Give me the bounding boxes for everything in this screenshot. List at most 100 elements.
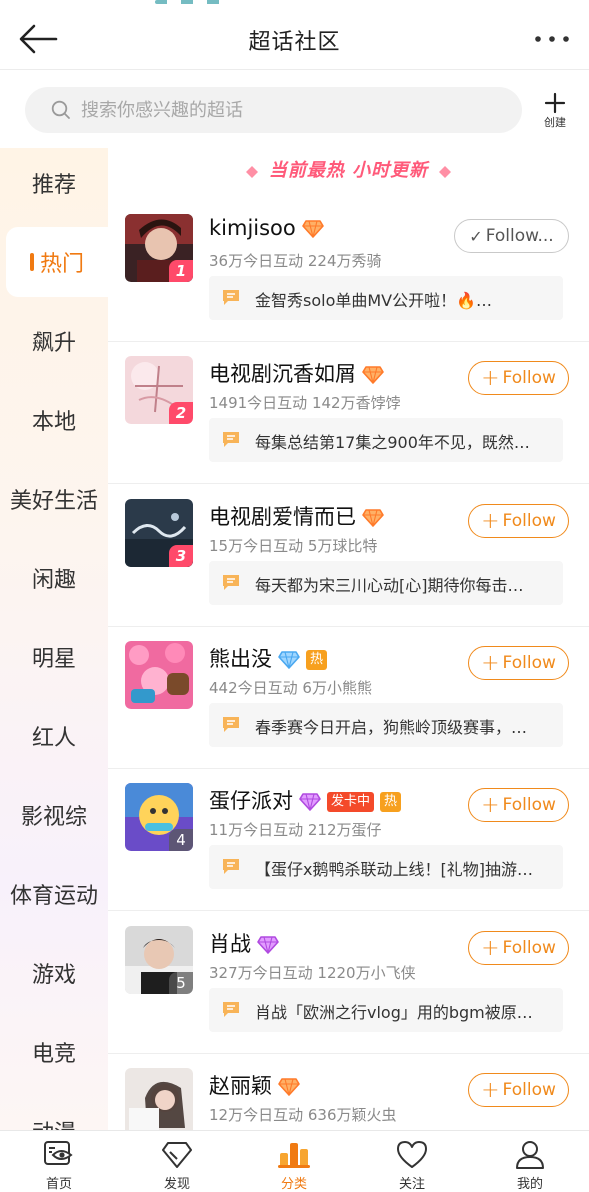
rank-badge: 4 bbox=[169, 829, 193, 851]
diamond-orange-icon bbox=[362, 509, 384, 527]
eye-screen-icon bbox=[44, 1141, 73, 1165]
heart-outline-icon bbox=[397, 1141, 427, 1168]
sidebar-item-7[interactable]: 红人 bbox=[0, 701, 108, 771]
post-text: 【蛋仔x鹅鸭杀联动上线！[礼物]抽游… bbox=[255, 860, 533, 879]
topic-thumbnail-image bbox=[125, 1068, 193, 1130]
create-button[interactable]: 创建 bbox=[538, 92, 572, 132]
bars-icon bbox=[278, 1143, 310, 1168]
topic-post-preview[interactable]: 金智秀solo单曲MV公开啦！🔥… bbox=[209, 276, 563, 320]
category-sidebar: 推荐热门飙升本地美好生活闲趣明星红人影视综体育运动游戏电竞动漫 bbox=[0, 148, 108, 1146]
topic-post-preview[interactable]: 肖战「欧洲之行vlog」用的bgm被原… bbox=[209, 988, 563, 1032]
bottom-tab-bar: 首页 发现 分类 关注 我的 bbox=[0, 1130, 589, 1192]
sidebar-item-8[interactable]: 影视综 bbox=[0, 780, 108, 850]
sidebar-item-label: 影视综 bbox=[20, 805, 87, 830]
search-box[interactable] bbox=[25, 87, 522, 133]
sidebar-item-1[interactable]: 热门 bbox=[6, 227, 108, 297]
topic-stats: 327万今日互动 1220万小飞侠 bbox=[209, 964, 416, 982]
sidebar-item-label: 推荐 bbox=[31, 173, 76, 198]
topic-name-line[interactable]: 电视剧沉香如屑 bbox=[209, 358, 390, 388]
tab-3[interactable]: 关注 bbox=[372, 1137, 452, 1192]
sidebar-item-label: 明星 bbox=[31, 647, 76, 672]
topic-thumbnail[interactable]: 3 bbox=[125, 499, 193, 567]
topic-thumbnail[interactable]: 5 bbox=[125, 926, 193, 994]
hot-banner: 当前最热 小时更新 bbox=[108, 156, 589, 186]
tab-2[interactable]: 分类 bbox=[254, 1137, 334, 1192]
topic-post-preview[interactable]: 每天都为宋三川心动[心]期待你每击… bbox=[209, 561, 563, 605]
topic-row[interactable]: 4 蛋仔派对 发卡中热 11万今日互动 212万蛋仔【蛋仔x鹅鸭杀联动上线！[礼物]抽… bbox=[108, 769, 589, 911]
topic-name-line[interactable]: kimjisoo bbox=[209, 216, 330, 240]
tab-label: 我的 bbox=[516, 1177, 543, 1192]
follow-button[interactable]: + Follow bbox=[468, 504, 569, 538]
topic-row[interactable]: 2 电视剧沉香如屑 1491今日互动 142万香饽饽 每集总结第17集之900年不见，… bbox=[108, 342, 589, 484]
topic-thumbnail-image bbox=[125, 641, 193, 709]
hot-tag: 热 bbox=[306, 650, 328, 670]
back-button[interactable] bbox=[16, 20, 60, 58]
plus-icon: + bbox=[481, 365, 500, 391]
topic-badges bbox=[257, 936, 285, 954]
topic-name-line[interactable]: 肖战 bbox=[209, 928, 285, 958]
topic-name: 肖战 bbox=[209, 932, 251, 956]
topic-name-line[interactable]: 赵丽颖 bbox=[209, 1070, 306, 1100]
topic-name-line[interactable]: 电视剧爱情而已 bbox=[209, 501, 390, 531]
topic-stats: 11万今日互动 212万蛋仔 bbox=[209, 821, 382, 839]
topic-name: 电视剧爱情而已 bbox=[209, 505, 356, 529]
diamond-orange-icon bbox=[362, 366, 384, 384]
topic-thumbnail[interactable]: 1 bbox=[125, 214, 193, 282]
plus-icon: + bbox=[481, 1077, 500, 1103]
topic-name-line[interactable]: 蛋仔派对 发卡中热 bbox=[209, 785, 407, 815]
topic-list: 当前最热 小时更新 1 kimjisoo 36万今日互动 224万秀骑 金智秀solo… bbox=[108, 148, 589, 1130]
tab-0[interactable]: 首页 bbox=[19, 1137, 99, 1192]
more-button[interactable] bbox=[533, 24, 573, 54]
topic-row[interactable]: 3 电视剧爱情而已 15万今日互动 5万球比特 每天都为宋三川心动[心]期待你每击… +… bbox=[108, 485, 589, 627]
search-input[interactable] bbox=[81, 87, 501, 133]
topic-post-preview[interactable]: 每集总结第17集之900年不见，既然… bbox=[209, 418, 563, 462]
topic-thumbnail[interactable]: 4 bbox=[125, 783, 193, 851]
follow-button[interactable]: + Follow bbox=[468, 1073, 569, 1107]
sidebar-item-label: 游戏 bbox=[31, 963, 76, 988]
tab-1[interactable]: 发现 bbox=[137, 1137, 217, 1192]
topic-row[interactable]: 熊出没 热 442今日互动 6万小熊熊 春季赛今日开启，狗熊岭顶级赛事，… + Follo… bbox=[108, 627, 589, 769]
topic-post-preview[interactable]: 春季赛今日开启，狗熊岭顶级赛事，… bbox=[209, 703, 563, 747]
topic-thumbnail[interactable] bbox=[125, 641, 193, 709]
plus-icon: + bbox=[481, 650, 500, 676]
sidebar-item-3[interactable]: 本地 bbox=[0, 385, 108, 455]
diamond-purple-icon bbox=[257, 936, 279, 954]
more-dots-icon bbox=[535, 36, 569, 42]
sidebar-item-4[interactable]: 美好生活 bbox=[0, 464, 108, 534]
following-button[interactable]: ✓ Follow... bbox=[454, 219, 569, 253]
chat-bubble-icon bbox=[223, 575, 239, 590]
diamond-outline-icon bbox=[162, 1142, 192, 1168]
topic-name-line[interactable]: 熊出没 热 bbox=[209, 643, 333, 673]
sidebar-item-11[interactable]: 电竞 bbox=[0, 1017, 108, 1087]
topic-badges bbox=[301, 220, 330, 238]
diamond-orange-icon bbox=[278, 1078, 300, 1096]
sidebar-item-5[interactable]: 闲趣 bbox=[0, 543, 108, 613]
chat-bubble-icon bbox=[223, 717, 239, 732]
sidebar-item-6[interactable]: 明星 bbox=[0, 622, 108, 692]
diamond-blue-icon bbox=[278, 651, 300, 669]
follow-button[interactable]: + Follow bbox=[468, 788, 569, 822]
plus-icon bbox=[544, 92, 566, 114]
topic-thumbnail[interactable]: 2 bbox=[125, 356, 193, 424]
hot-tag: 热 bbox=[380, 792, 402, 812]
post-text: 每集总结第17集之900年不见，既然… bbox=[255, 433, 530, 452]
sidebar-item-2[interactable]: 飙升 bbox=[0, 306, 108, 376]
sidebar-item-10[interactable]: 游戏 bbox=[0, 938, 108, 1008]
follow-button[interactable]: + Follow bbox=[468, 646, 569, 680]
chat-bubble-icon bbox=[223, 1002, 239, 1017]
tab-label: 发现 bbox=[163, 1177, 190, 1192]
topic-thumbnail[interactable] bbox=[125, 1068, 193, 1130]
post-text: 金智秀solo单曲MV公开啦！🔥… bbox=[255, 291, 493, 310]
plus-icon: + bbox=[481, 935, 500, 961]
follow-button[interactable]: + Follow bbox=[468, 931, 569, 965]
topic-row[interactable]: 1 kimjisoo 36万今日互动 224万秀骑 金智秀solo单曲MV公开啦！🔥…… bbox=[108, 200, 589, 342]
topic-post-preview[interactable]: 【蛋仔x鹅鸭杀联动上线！[礼物]抽游… bbox=[209, 845, 563, 889]
sidebar-item-9[interactable]: 体育运动 bbox=[0, 859, 108, 929]
tab-4[interactable]: 我的 bbox=[490, 1137, 570, 1192]
check-icon: ✓ bbox=[469, 226, 483, 246]
sidebar-item-label: 电竞 bbox=[31, 1042, 76, 1067]
follow-button[interactable]: + Follow bbox=[468, 361, 569, 395]
sidebar-item-0[interactable]: 推荐 bbox=[0, 148, 108, 218]
topic-row[interactable]: 5 肖战 327万今日互动 1220万小飞侠肖战「欧洲之行vlog」用的bgm被原…… bbox=[108, 912, 589, 1054]
topic-row[interactable]: 赵丽颖 12万今日互动 636万颖火虫 + Follow bbox=[108, 1054, 589, 1130]
